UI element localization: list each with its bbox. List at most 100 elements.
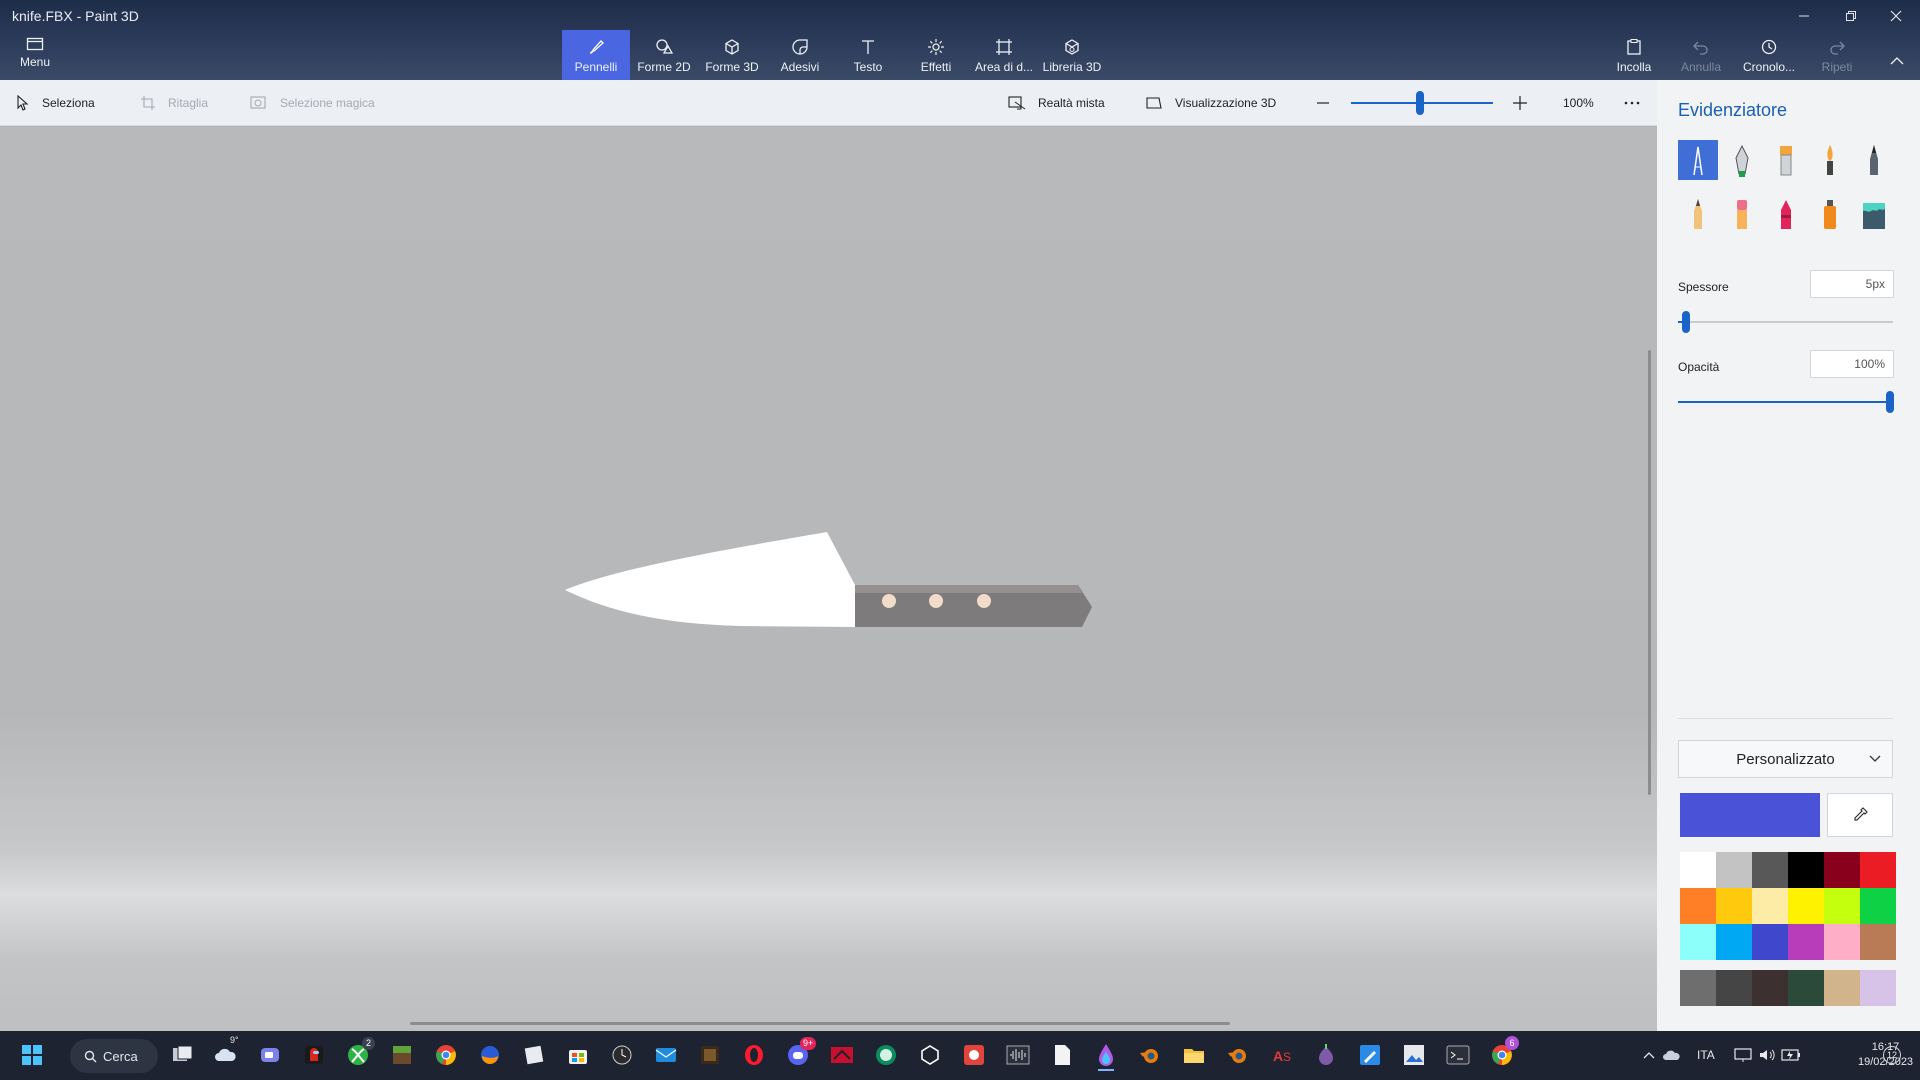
taskbar-app-onion[interactable]: [1314, 1043, 1338, 1067]
zoom-slider-thumb[interactable]: [1416, 91, 1424, 115]
onedrive-tray-icon[interactable]: [1660, 1043, 1684, 1067]
color-swatch[interactable]: [1860, 888, 1896, 924]
color-swatch[interactable]: [1788, 852, 1824, 888]
custom-color-swatch[interactable]: [1788, 970, 1824, 1006]
calligraphy-pen-brush[interactable]: [1722, 140, 1762, 180]
custom-color-swatch[interactable]: [1680, 970, 1716, 1006]
color-swatch[interactable]: [1860, 924, 1896, 960]
color-swatch[interactable]: [1716, 888, 1752, 924]
opacity-slider-thumb[interactable]: [1886, 391, 1894, 413]
current-color-swatch[interactable]: [1680, 793, 1820, 837]
crayon-brush[interactable]: [1766, 194, 1806, 234]
taskbar-app-clock[interactable]: [610, 1043, 634, 1067]
crop-button[interactable]: Ritaglia: [140, 80, 208, 126]
color-swatch[interactable]: [1824, 852, 1860, 888]
teams-chat-button[interactable]: [258, 1043, 282, 1067]
marker-brush[interactable]: [1678, 140, 1718, 180]
fill-brush[interactable]: [1854, 194, 1894, 234]
custom-color-swatch[interactable]: [1824, 970, 1860, 1006]
tab-brushes[interactable]: Pennelli: [562, 30, 630, 80]
taskbar-app-files[interactable]: [1050, 1043, 1074, 1067]
taskbar-app-unity[interactable]: [918, 1043, 942, 1067]
taskbar-app-xbox[interactable]: 2: [346, 1037, 375, 1067]
opacity-track[interactable]: [1678, 401, 1890, 403]
tab-effects[interactable]: Effetti: [902, 30, 970, 80]
tab-canvas[interactable]: Area di d...: [970, 30, 1038, 80]
color-swatch[interactable]: [1680, 888, 1716, 924]
palette-dropdown[interactable]: Personalizzato: [1678, 740, 1893, 778]
color-swatch[interactable]: [1716, 924, 1752, 960]
minimize-button[interactable]: [1782, 0, 1826, 32]
taskbar-app-explorer[interactable]: [1182, 1043, 1206, 1067]
close-button[interactable]: [1874, 0, 1918, 32]
view-3d-button[interactable]: Visualizzazione 3D: [1145, 80, 1276, 126]
volume-tray-icon[interactable]: [1755, 1043, 1779, 1067]
color-swatch[interactable]: [1752, 924, 1788, 960]
taskbar-app-paint3d[interactable]: [1094, 1043, 1118, 1071]
battery-tray-icon[interactable]: [1779, 1043, 1803, 1067]
show-hidden-icons-button[interactable]: [1637, 1043, 1661, 1067]
tab-3d-shapes[interactable]: Forme 3D: [698, 30, 766, 80]
pixel-pen-brush[interactable]: [1854, 140, 1894, 180]
canvas[interactable]: [0, 127, 1657, 1031]
taskbar-search[interactable]: Cerca: [70, 1039, 158, 1073]
taskbar-app-among-us[interactable]: [302, 1043, 326, 1067]
oil-brush[interactable]: [1766, 140, 1806, 180]
watercolor-brush[interactable]: [1810, 140, 1850, 180]
custom-color-swatch[interactable]: [1860, 970, 1896, 1006]
collapse-ribbon-button[interactable]: [1875, 45, 1919, 77]
tab-text[interactable]: Testo: [834, 30, 902, 80]
taskbar-app-terminal[interactable]: [1446, 1043, 1470, 1067]
zoom-out-button[interactable]: [1316, 80, 1330, 126]
task-view-button[interactable]: [171, 1043, 195, 1067]
network-tray-icon[interactable]: [1731, 1043, 1755, 1067]
redo-button[interactable]: Ripeti: [1804, 30, 1870, 80]
menu-button[interactable]: Menu: [10, 36, 60, 76]
color-swatch[interactable]: [1752, 888, 1788, 924]
pencil-brush[interactable]: [1678, 194, 1718, 234]
thickness-slider-thumb[interactable]: [1682, 311, 1690, 333]
taskbar-app-chrome[interactable]: [434, 1043, 458, 1067]
eraser-brush[interactable]: [1722, 194, 1762, 234]
undo-button[interactable]: Annulla: [1668, 30, 1734, 80]
horizontal-scrollbar[interactable]: [410, 1022, 1230, 1025]
color-swatch[interactable]: [1752, 852, 1788, 888]
taskbar-app-red[interactable]: [830, 1043, 854, 1067]
taskbar-app-discord[interactable]: 9+: [786, 1037, 817, 1067]
taskbar-app-blender[interactable]: [1138, 1043, 1162, 1067]
thickness-input[interactable]: 5px: [1810, 270, 1894, 298]
taskbar-app-audio[interactable]: [1006, 1043, 1030, 1067]
color-swatch[interactable]: [1716, 852, 1752, 888]
color-swatch[interactable]: [1680, 852, 1716, 888]
notification-center-button[interactable]: 12: [1880, 1043, 1904, 1067]
opacity-input[interactable]: 100%: [1810, 350, 1894, 378]
thickness-track[interactable]: [1687, 321, 1893, 323]
taskbar-app-adobe-substance[interactable]: AS: [1270, 1043, 1294, 1067]
taskbar-app-blender-2[interactable]: [1226, 1043, 1250, 1067]
taskbar-app-notes[interactable]: [522, 1043, 546, 1067]
tab-2d-shapes[interactable]: Forme 2D: [630, 30, 698, 80]
language-indicator[interactable]: ITA: [1697, 1048, 1715, 1062]
color-swatch[interactable]: [1680, 924, 1716, 960]
vertical-scrollbar[interactable]: [1648, 350, 1651, 795]
more-options-button[interactable]: [1624, 80, 1640, 126]
taskbar-app-image[interactable]: [1402, 1043, 1426, 1067]
custom-color-swatch[interactable]: [1716, 970, 1752, 1006]
tab-3d-library[interactable]: Libreria 3D: [1038, 30, 1106, 80]
select-button[interactable]: Seleziona: [16, 80, 95, 126]
taskbar-app-paint[interactable]: [1358, 1043, 1382, 1067]
color-swatch[interactable]: [1824, 888, 1860, 924]
spray-can-brush[interactable]: [1810, 194, 1850, 234]
color-swatch[interactable]: [1788, 924, 1824, 960]
tab-stickers[interactable]: Adesivi: [766, 30, 834, 80]
taskbar-app-game[interactable]: [698, 1043, 722, 1067]
color-swatch[interactable]: [1860, 852, 1896, 888]
taskbar-app-firefox-dev[interactable]: [478, 1043, 502, 1067]
magic-select-button[interactable]: Selezione magica: [250, 80, 375, 126]
knife-model[interactable]: [0, 127, 1657, 1031]
zoom-in-button[interactable]: [1512, 80, 1528, 126]
taskbar-app-minecraft[interactable]: [390, 1043, 414, 1067]
taskbar-app-chrome-2[interactable]: 6: [1490, 1036, 1519, 1067]
taskbar-app-mail[interactable]: [654, 1043, 678, 1067]
eyedropper-button[interactable]: [1827, 793, 1893, 837]
